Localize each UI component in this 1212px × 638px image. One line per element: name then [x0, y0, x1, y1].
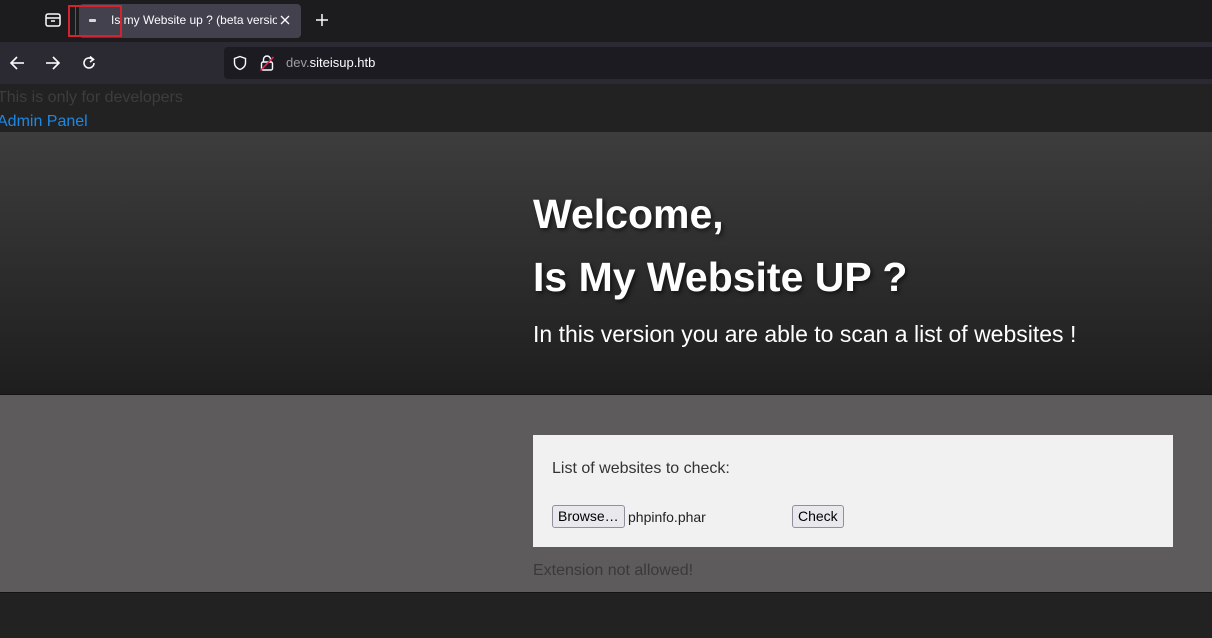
close-icon: [280, 15, 290, 25]
web-page: This is only for developers Admin Panel …: [0, 84, 1212, 638]
back-button[interactable]: [6, 52, 28, 74]
new-tab-button[interactable]: [312, 10, 332, 30]
site-title-heading: Is My Website UP ?: [533, 254, 908, 300]
tab-title: Is my Website up ? (beta version): [111, 13, 277, 27]
navigation-toolbar: dev.siteisup.htb: [0, 42, 1212, 84]
error-message: Extension not allowed!: [533, 562, 694, 579]
admin-panel-link[interactable]: Admin Panel: [0, 113, 88, 131]
arrow-left-icon: [9, 56, 24, 70]
arrow-right-icon: [46, 56, 61, 70]
forward-button[interactable]: [42, 52, 64, 74]
tab-strip: Is my Website up ? (beta version): [0, 0, 1212, 42]
page-footer: [0, 593, 1212, 638]
upload-form: List of websites to check: Browse… phpin…: [533, 435, 1173, 547]
tab-list-icon: [45, 13, 61, 27]
hero-subtitle: In this version you are able to scan a l…: [533, 321, 1077, 347]
developer-note: This is only for developers: [0, 89, 183, 106]
upload-form-label: List of websites to check:: [552, 460, 730, 477]
url-text[interactable]: dev.siteisup.htb: [286, 55, 375, 70]
check-button[interactable]: Check: [792, 505, 844, 528]
shield-icon[interactable]: [232, 55, 248, 71]
tab-close-button[interactable]: [277, 12, 293, 28]
browse-button[interactable]: Browse…: [552, 505, 625, 528]
reload-icon: [83, 55, 95, 69]
upload-section: List of websites to check: Browse… phpin…: [0, 395, 1212, 593]
plus-icon: [316, 14, 328, 26]
insecure-lock-icon[interactable]: [259, 54, 275, 72]
tab-list-button[interactable]: [42, 9, 64, 31]
reload-button[interactable]: [78, 52, 100, 74]
welcome-heading: Welcome,: [533, 191, 724, 237]
annotation-highlight-box: [68, 5, 122, 37]
selected-file-name: phpinfo.phar: [628, 509, 706, 525]
address-bar[interactable]: dev.siteisup.htb: [224, 47, 1212, 79]
hero-banner: Welcome, Is My Website UP ? In this vers…: [0, 132, 1212, 395]
